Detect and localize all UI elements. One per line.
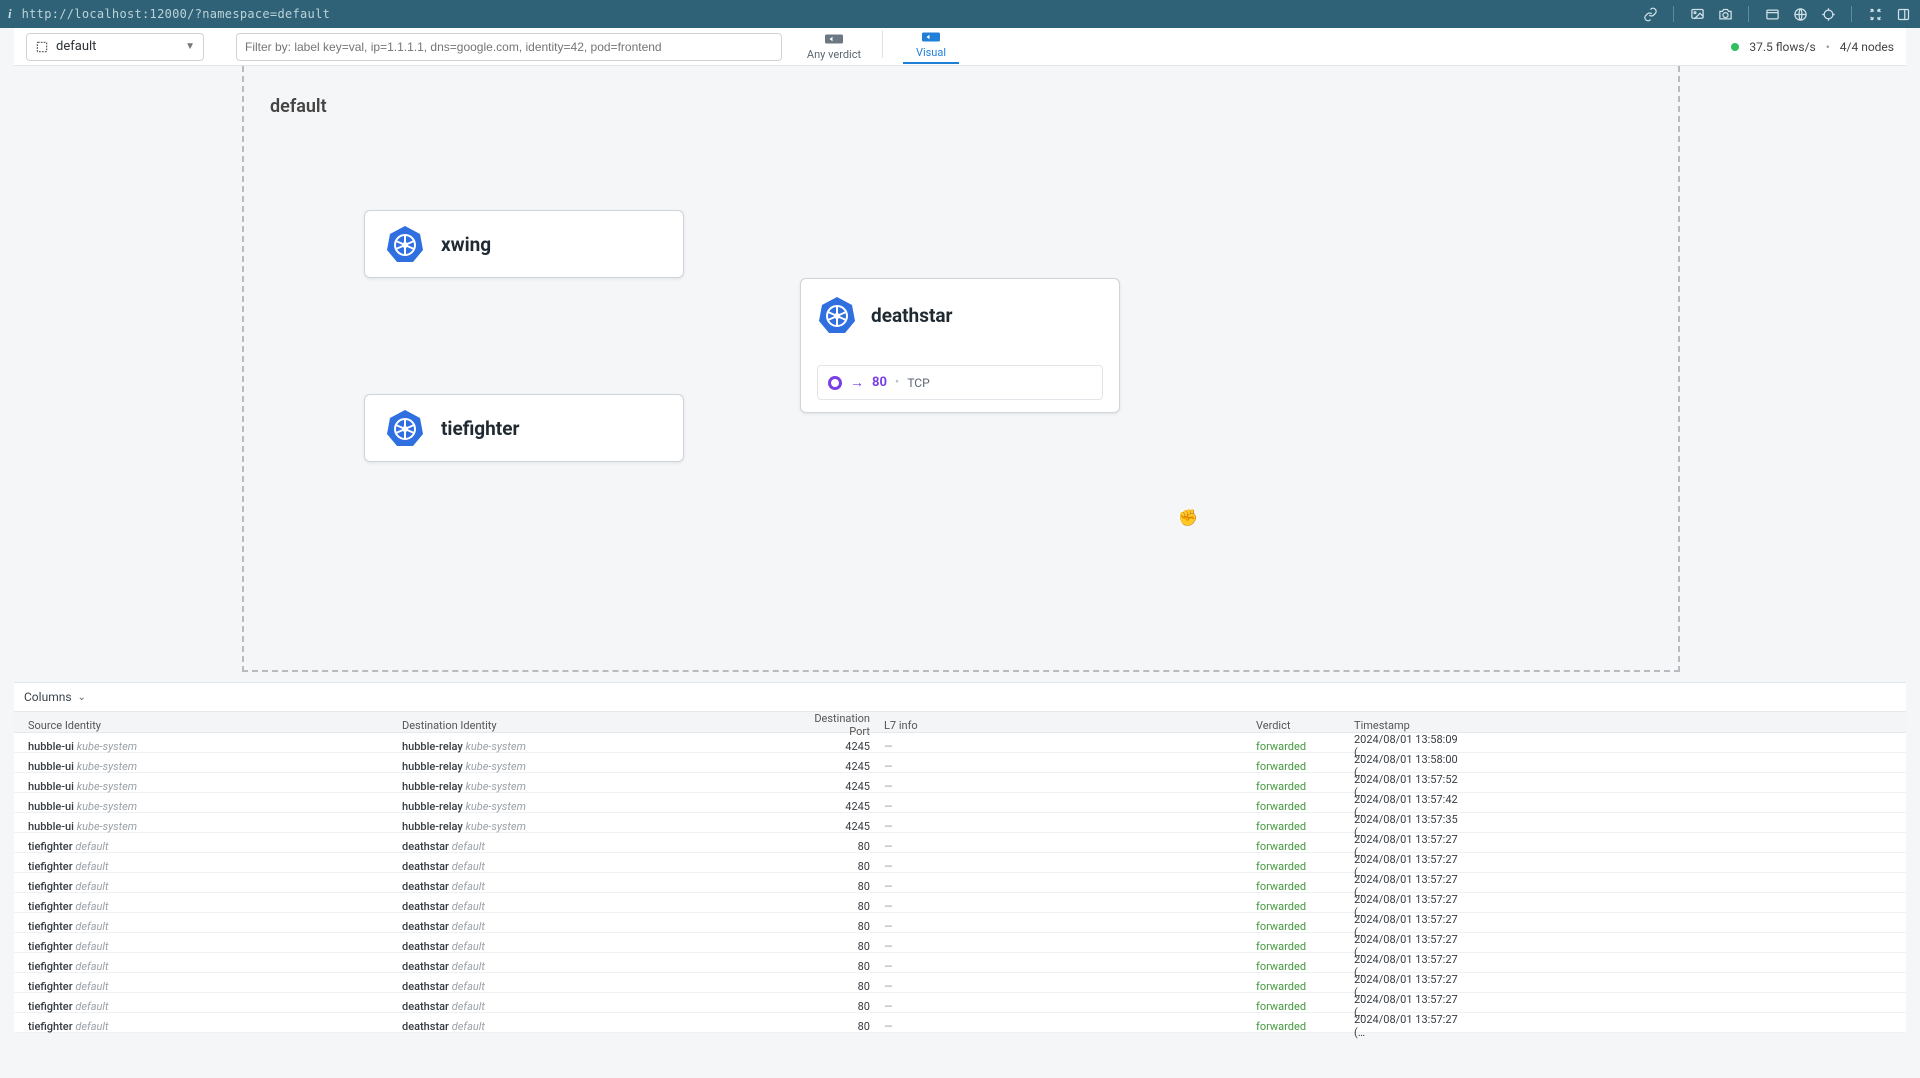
namespace-icon [35, 40, 49, 54]
table-row[interactable]: tiefighter defaultdeathstar default80—fo… [14, 913, 1906, 933]
chevron-down-icon: ⌄ [78, 692, 86, 703]
dot-separator: • [895, 375, 899, 390]
globe-icon[interactable] [1791, 5, 1809, 23]
table-row[interactable]: tiefighter defaultdeathstar default80—fo… [14, 1013, 1906, 1033]
tab-visual[interactable]: Visual [903, 30, 959, 64]
port-number: 80 [872, 375, 887, 390]
namespace-select[interactable]: default ▼ [26, 33, 204, 61]
picture-icon[interactable] [1688, 5, 1706, 23]
table-row[interactable]: hubble-ui kube-systemhubble-relay kube-s… [14, 733, 1906, 753]
verdict-visual-icon [922, 30, 940, 44]
namespace-label: default [270, 96, 327, 117]
kubernetes-icon [385, 224, 425, 264]
separator [1673, 6, 1674, 22]
arrow-right-icon: → [850, 374, 864, 391]
bullet: • [1826, 40, 1830, 54]
url-text: http://localhost:12000/?namespace=defaul… [22, 7, 331, 21]
chevron-down-icon: ▼ [185, 41, 195, 52]
service-map-canvas[interactable]: default xwing tiefighter deathstar [14, 66, 1906, 682]
tab-visual-label: Visual [916, 46, 946, 59]
table-row[interactable]: tiefighter defaultdeathstar default80—fo… [14, 953, 1906, 973]
verdict-any-icon [825, 32, 843, 46]
tab-any-verdict[interactable]: Any verdict [806, 30, 862, 64]
window-icon[interactable] [1763, 5, 1781, 23]
flows-header: Source Identity Destination Identity Des… [14, 711, 1906, 733]
expand-icon[interactable] [1866, 5, 1884, 23]
port-row[interactable]: → 80 • TCP [817, 365, 1103, 400]
status-dot-icon [1731, 43, 1739, 51]
col-port-header: Destination Port [794, 712, 884, 738]
col-ts-header: Timestamp [1354, 719, 1470, 732]
table-row[interactable]: tiefighter defaultdeathstar default80—fo… [14, 833, 1906, 853]
kubernetes-icon [385, 408, 425, 448]
columns-label: Columns [24, 690, 72, 704]
table-row[interactable]: tiefighter defaultdeathstar default80—fo… [14, 973, 1906, 993]
col-src-header: Source Identity [28, 719, 402, 732]
panel-icon[interactable] [1894, 5, 1912, 23]
service-name: deathstar [871, 304, 953, 327]
service-card-xwing[interactable]: xwing [364, 210, 684, 278]
service-card-tiefighter[interactable]: tiefighter [364, 394, 684, 462]
table-row[interactable]: hubble-ui kube-systemhubble-relay kube-s… [14, 813, 1906, 833]
service-name: tiefighter [441, 417, 519, 440]
service-card-deathstar[interactable]: deathstar → 80 • TCP [800, 278, 1120, 413]
separator [1851, 6, 1852, 22]
namespace-value: default [56, 39, 96, 54]
table-row[interactable]: tiefighter defaultdeathstar default80—fo… [14, 893, 1906, 913]
port-ring-icon [828, 376, 842, 390]
table-row[interactable]: hubble-ui kube-systemhubble-relay kube-s… [14, 793, 1906, 813]
toolbar: default ▼ Any verdict Visual 37.5 flows/… [14, 28, 1906, 66]
filter-input[interactable] [236, 33, 782, 61]
nodes-count: 4/4 nodes [1840, 40, 1894, 54]
target-icon[interactable] [1819, 5, 1837, 23]
separator [882, 30, 883, 58]
col-l7-header: L7 info [884, 719, 1256, 732]
service-name: xwing [441, 233, 491, 256]
flows-body: hubble-ui kube-systemhubble-relay kube-s… [14, 733, 1906, 1033]
table-row[interactable]: hubble-ui kube-systemhubble-relay kube-s… [14, 773, 1906, 793]
titlebar: i http://localhost:12000/?namespace=defa… [0, 0, 1920, 28]
separator [1748, 6, 1749, 22]
kubernetes-icon [817, 295, 857, 335]
port-protocol: TCP [907, 376, 929, 390]
link-icon[interactable] [1641, 5, 1659, 23]
table-row[interactable]: tiefighter defaultdeathstar default80—fo… [14, 933, 1906, 953]
camera-icon[interactable] [1716, 5, 1734, 23]
col-dst-header: Destination Identity [402, 719, 794, 732]
info-icon: i [8, 6, 12, 22]
flows-panel: Columns ⌄ Source Identity Destination Id… [14, 682, 1906, 1033]
table-row[interactable]: tiefighter defaultdeathstar default80—fo… [14, 873, 1906, 893]
tab-any-verdict-label: Any verdict [807, 48, 861, 61]
table-row[interactable]: hubble-ui kube-systemhubble-relay kube-s… [14, 753, 1906, 773]
table-row[interactable]: tiefighter defaultdeathstar default80—fo… [14, 993, 1906, 1013]
col-verdict-header: Verdict [1256, 719, 1354, 732]
flows-rate: 37.5 flows/s [1749, 40, 1815, 54]
table-row[interactable]: tiefighter defaultdeathstar default80—fo… [14, 853, 1906, 873]
columns-button[interactable]: Columns ⌄ [14, 683, 1906, 711]
stats: 37.5 flows/s • 4/4 nodes [1731, 40, 1894, 54]
